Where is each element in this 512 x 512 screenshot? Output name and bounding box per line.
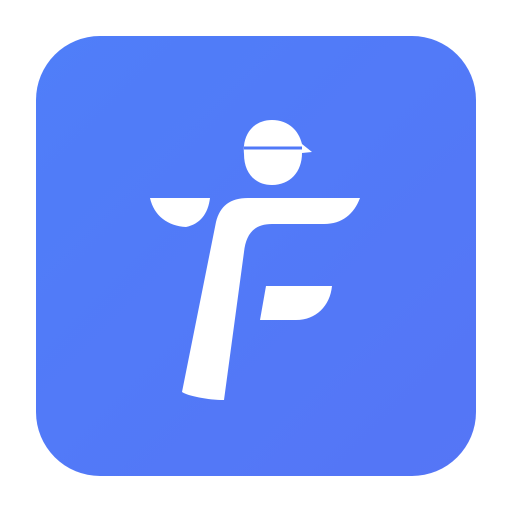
app-logo-icon — [36, 36, 476, 476]
icon-canvas — [0, 0, 512, 512]
icon-background — [36, 36, 476, 476]
app-logo-graphic — [36, 36, 476, 476]
